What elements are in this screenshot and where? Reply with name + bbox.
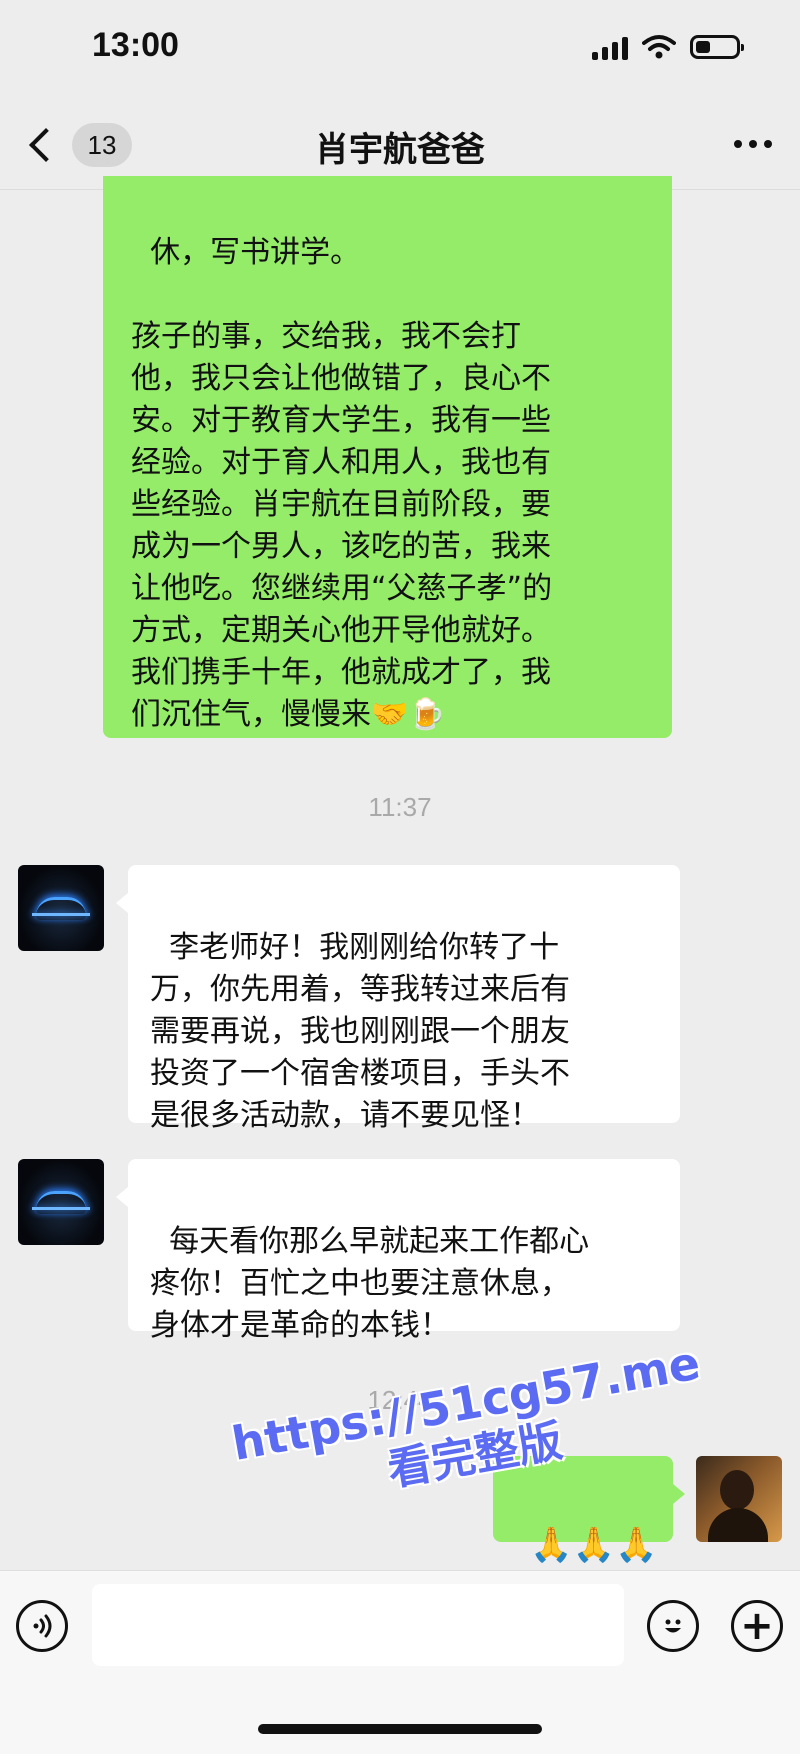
person-head (720, 1470, 754, 1510)
message-text: 李老师好！我刚刚给你转了十 万，你先用着，等我转过来后有 需要再说，我也刚刚跟一… (150, 930, 570, 1133)
more-options-button[interactable] (734, 140, 772, 148)
battery-icon (690, 35, 744, 59)
message-input[interactable] (92, 1584, 624, 1666)
bubble-tail (116, 893, 128, 913)
smiley-icon (665, 1619, 681, 1633)
bubble-tail (116, 1187, 128, 1207)
status-icons (592, 30, 744, 64)
emoji-button[interactable] (647, 1600, 699, 1652)
message-text: 🙏🙏🙏 (530, 1525, 658, 1565)
status-bar: 13:00 (0, 0, 800, 100)
car-icon (36, 897, 86, 920)
bubble-tail (673, 1484, 685, 1504)
message-bubble-outgoing[interactable]: 休，写书讲学。 孩子的事，交给我，我不会打 他，我只会让他做错了，良心不 安。对… (103, 176, 672, 738)
contact-avatar[interactable] (18, 1159, 104, 1245)
home-indicator (258, 1724, 542, 1734)
contact-avatar[interactable] (18, 865, 104, 951)
timestamp: 11:37 (368, 792, 432, 822)
more-actions-button[interactable]: + (731, 1600, 783, 1652)
message-text: 每天看你那么早就起来工作都心 疼你！百忙之中也要注意休息， 身体才是革命的本钱！ (150, 1224, 590, 1343)
wifi-icon (642, 35, 676, 59)
message-text: 休，写书讲学。 孩子的事，交给我，我不会打 他，我只会让他做错了，良心不 安。对… (131, 235, 553, 732)
chat-title: 肖宇航爸爸 (315, 130, 485, 170)
more-dot-icon (734, 140, 742, 148)
plus-icon: + (740, 1603, 774, 1649)
car-icon (36, 1191, 86, 1214)
message-bubble-incoming[interactable]: 每天看你那么早就起来工作都心 疼你！百忙之中也要注意休息， 身体才是革命的本钱！ (128, 1159, 680, 1343)
my-avatar[interactable] (696, 1456, 782, 1542)
person-body (708, 1508, 768, 1542)
car-lights (32, 913, 90, 916)
message-bubble-incoming[interactable]: 李老师好！我刚刚给你转了十 万，你先用着，等我转过来后有 需要再说，我也刚刚跟一… (128, 865, 680, 1133)
voice-input-button[interactable] (16, 1600, 68, 1652)
more-dot-icon (749, 140, 757, 148)
car-lights (32, 1207, 90, 1210)
more-dot-icon (764, 140, 772, 148)
cellular-signal-icon (592, 34, 628, 60)
status-time: 13:00 (92, 26, 179, 64)
timestamp: 12:44 (367, 1385, 433, 1415)
message-bubble-outgoing[interactable]: 🙏🙏🙏 (493, 1456, 673, 1565)
voice-icon (33, 1614, 52, 1638)
